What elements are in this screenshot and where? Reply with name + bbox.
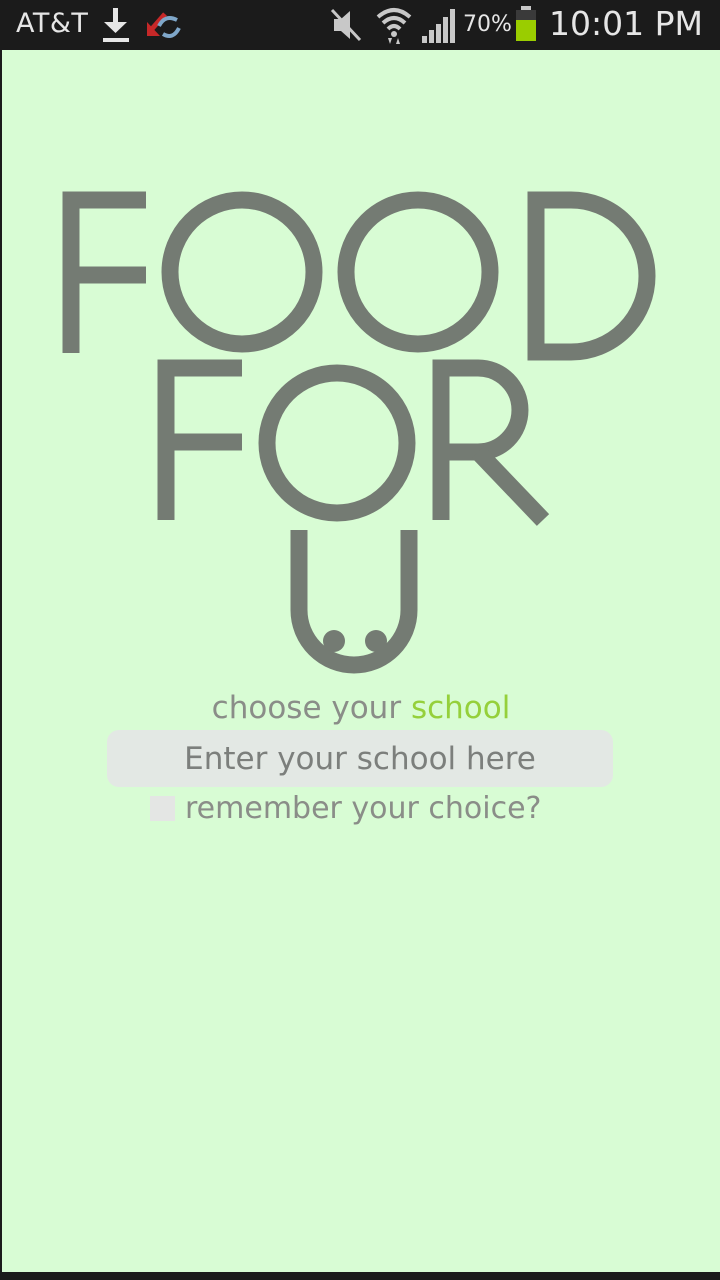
remember-checkbox[interactable] (150, 795, 175, 821)
wifi-icon (376, 8, 412, 44)
battery-percentage: 70% (463, 12, 512, 37)
school-input[interactable] (107, 730, 613, 787)
remember-choice-row[interactable]: remember your choice? (150, 790, 541, 826)
bottom-edge (0, 1272, 720, 1280)
battery-icon (516, 6, 536, 41)
mute-icon (330, 8, 362, 42)
signal-icon (422, 9, 455, 43)
tagline-accent: school (410, 690, 511, 726)
carrier-label: AT&T (16, 8, 89, 39)
sync-error-icon (147, 12, 181, 38)
app-screen: choose your school remember your choice? (2, 50, 720, 1272)
clock: 10:01 PM (549, 4, 703, 43)
remember-label: remember your choice? (185, 790, 542, 826)
tagline-prefix: choose your (211, 690, 411, 726)
tagline: choose your school (2, 690, 720, 726)
download-icon (103, 8, 129, 42)
food-for-u-logo (62, 191, 656, 674)
status-bar: AT&T 70% 10:01 PM (0, 0, 720, 50)
